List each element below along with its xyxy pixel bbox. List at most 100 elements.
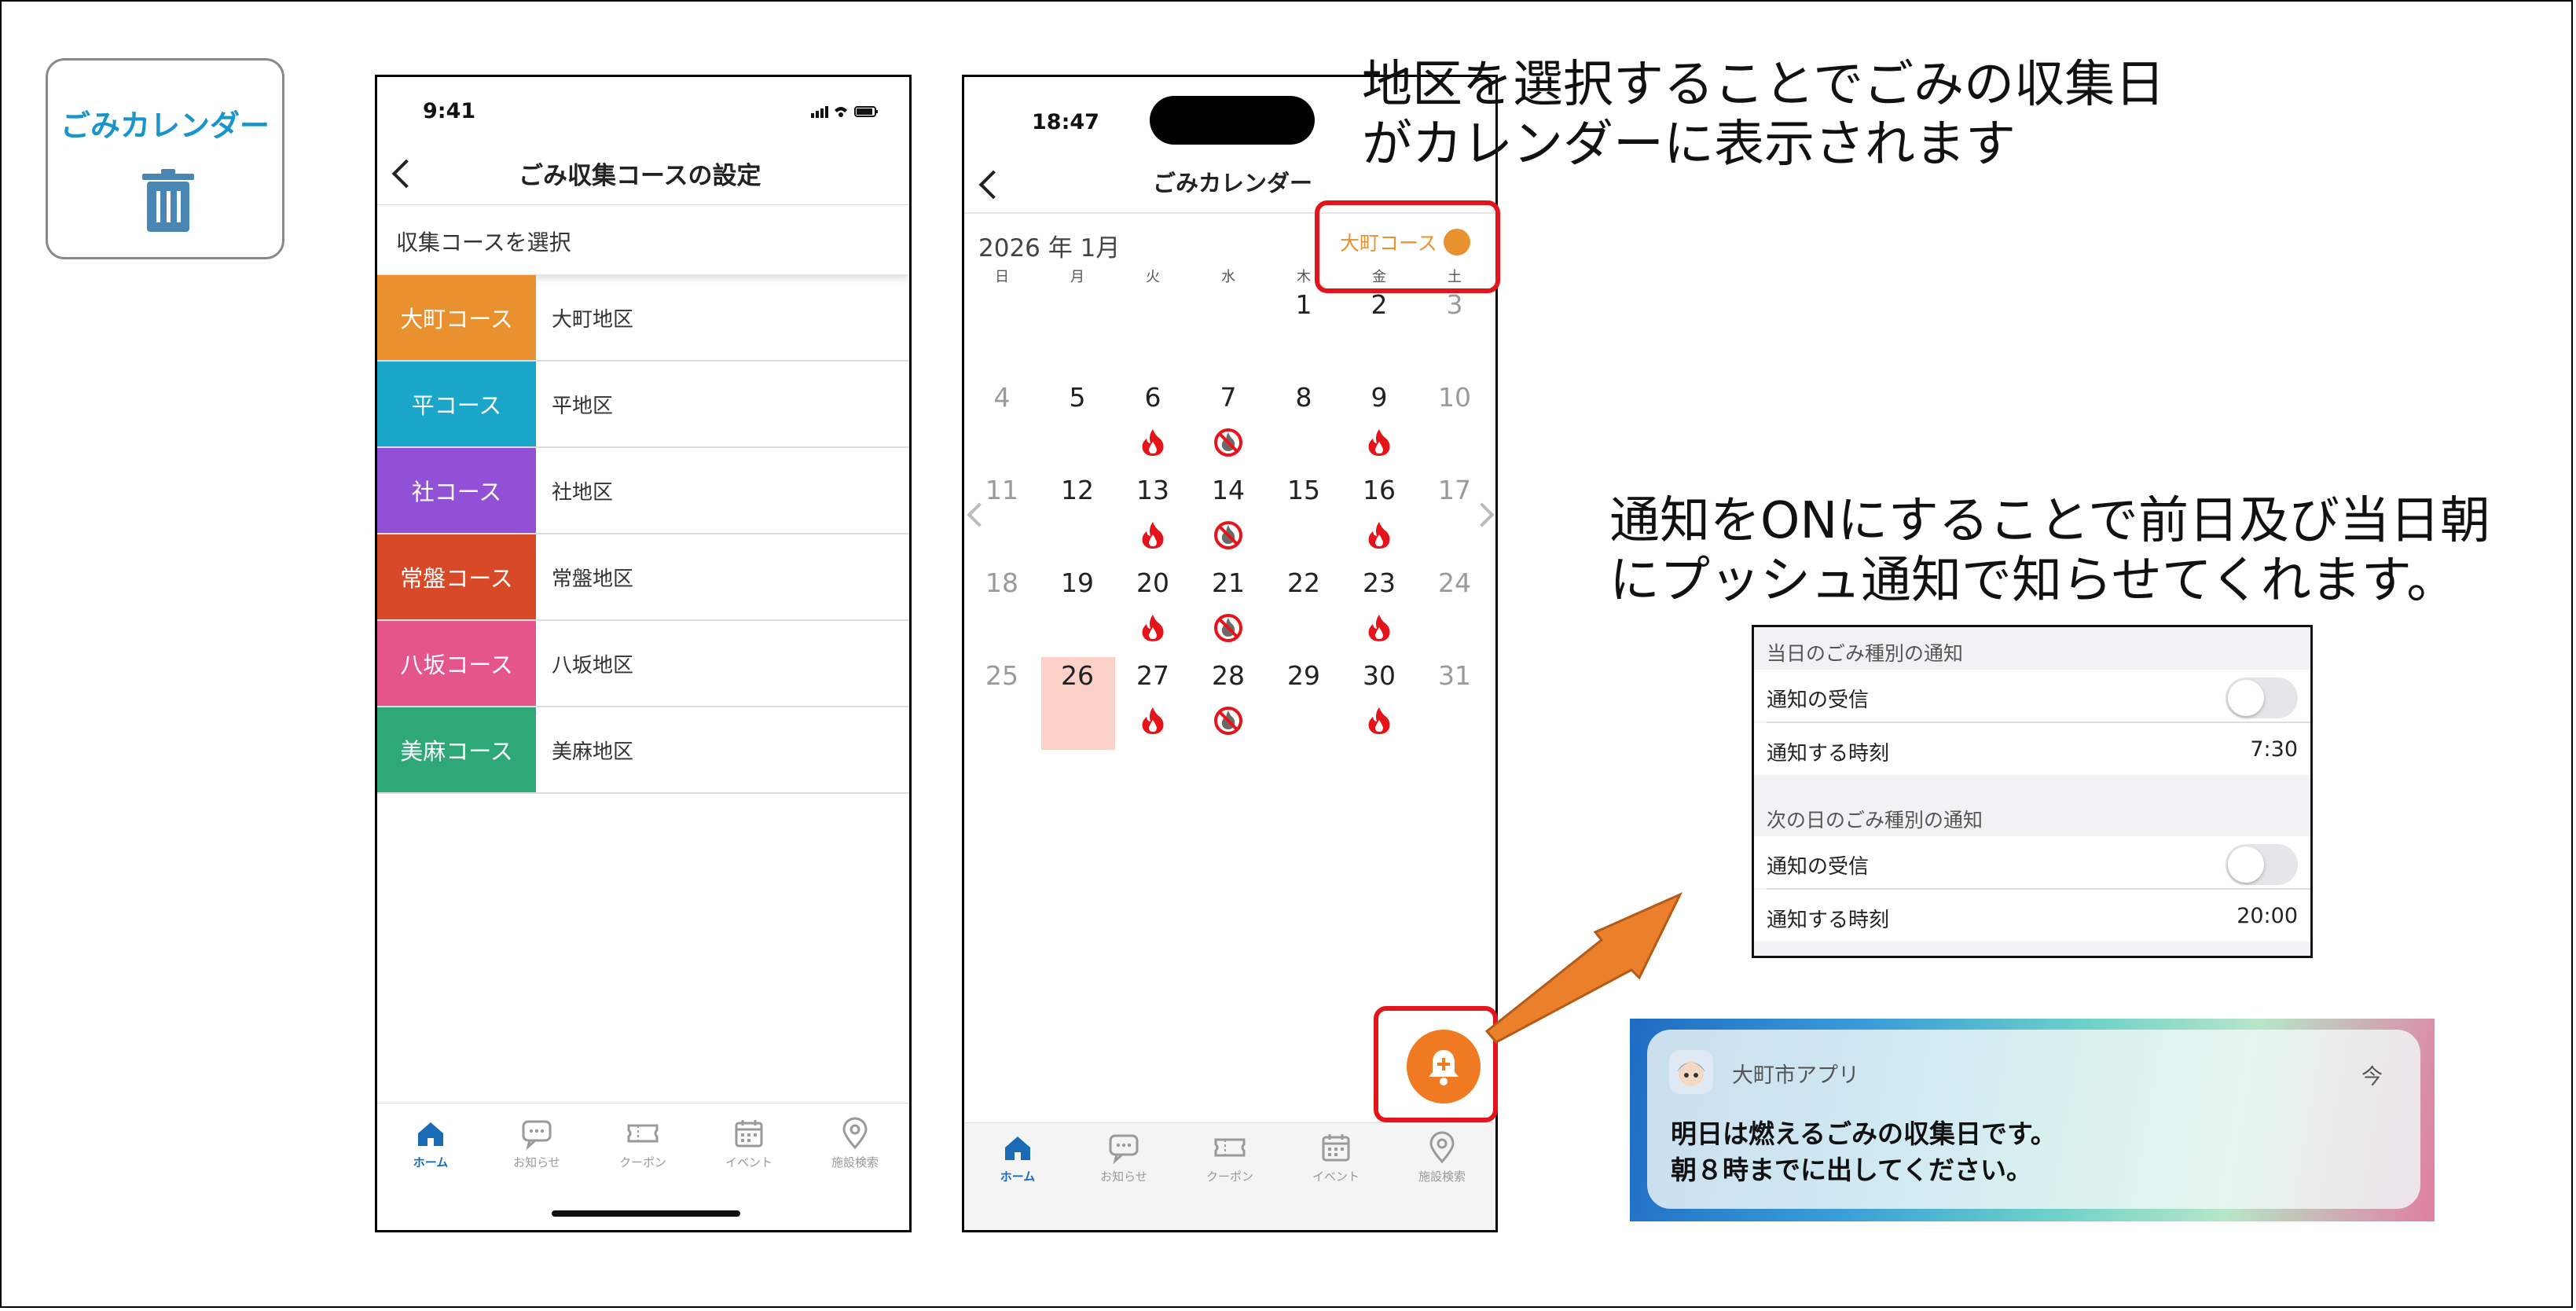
course-name: 美麻コース <box>377 707 536 792</box>
course-row[interactable]: 社コース 社地区 <box>377 448 909 534</box>
calendar-day[interactable]: 2 <box>1341 289 1417 320</box>
calendar-day[interactable]: 3 <box>1417 289 1492 320</box>
burnable-garbage-icon <box>1142 429 1164 456</box>
section2-receive-label: 通知の受信 <box>1767 855 1870 879</box>
course-row[interactable]: 大町コース 大町地区 <box>377 275 909 362</box>
course-row[interactable]: 美麻コース 美麻地区 <box>377 707 909 794</box>
calendar-day[interactable]: 16 <box>1341 475 1417 505</box>
status-icons <box>811 106 878 118</box>
section2-time-row[interactable]: 通知する時刻 20:00 <box>1754 890 2310 942</box>
app-card-gomi-calendar[interactable]: ごみカレンダー <box>46 58 284 259</box>
calendar-day[interactable]: 28 <box>1191 660 1266 691</box>
status-time: 9:41 <box>423 99 476 123</box>
course-area: 平地区 <box>552 395 614 418</box>
calendar-day[interactable]: 26 <box>1040 660 1115 691</box>
prev-month-arrow[interactable] <box>967 502 992 527</box>
tab-calendar[interactable]: イベント <box>710 1116 788 1170</box>
tab-label: クーポン <box>618 1155 666 1170</box>
calendar-day[interactable]: 23 <box>1341 567 1417 598</box>
tab-chat-bubble[interactable]: お知らせ <box>497 1116 576 1170</box>
calendar-day[interactable]: 7 <box>1191 382 1266 413</box>
home-icon <box>418 1122 443 1146</box>
ticket-icon <box>1214 1138 1246 1157</box>
calendar-day[interactable]: 18 <box>964 567 1040 598</box>
push-notification[interactable]: 大町市アプリ 今 明日は燃えるごみの収集日です。 朝８時までに出してください。 <box>1647 1030 2420 1209</box>
calendar-day[interactable]: 9 <box>1341 382 1417 413</box>
calendar-day[interactable]: 14 <box>1191 475 1266 505</box>
note-notification-line2: にプッシュ通知で知らせてくれます。 <box>1609 552 2457 610</box>
calendar-day[interactable]: 30 <box>1341 660 1417 691</box>
course-area: 八坂地区 <box>552 654 634 678</box>
calendar-day[interactable]: 11 <box>964 475 1040 505</box>
course-row[interactable]: 常盤コース 常盤地区 <box>377 534 909 621</box>
calendar-day[interactable]: 20 <box>1115 567 1191 598</box>
tab-home[interactable]: ホーム <box>391 1116 470 1170</box>
calendar-day[interactable]: 27 <box>1115 660 1191 691</box>
course-name: 大町コース <box>377 275 536 360</box>
tab-ticket[interactable]: クーポン <box>604 1116 682 1170</box>
tab-calendar[interactable]: イベント <box>1297 1130 1375 1184</box>
course-area: 常盤地区 <box>552 567 634 591</box>
note-calendar-line2: がカレンダーに表示されます <box>1362 116 2016 174</box>
course-area: 社地区 <box>552 481 614 505</box>
dynamic-island <box>1150 96 1315 145</box>
non-burnable-garbage-icon <box>1214 614 1242 642</box>
section-header-label: 収集コースを選択 <box>396 230 571 255</box>
map-pin-icon <box>842 1117 868 1150</box>
notification-settings-panel: 当日のごみ種別の通知 通知の受信 通知する時刻 7:30 次の日のごみ種別の通知… <box>1752 625 2313 958</box>
tab-map-pin[interactable]: 施設検索 <box>816 1116 894 1170</box>
calendar-day[interactable]: 6 <box>1115 382 1191 413</box>
tab-label: お知らせ <box>1100 1170 1147 1184</box>
back-button[interactable] <box>978 170 1008 200</box>
calendar-day[interactable]: 13 <box>1115 475 1191 505</box>
status-time: 18:47 <box>1032 110 1099 134</box>
calendar-day[interactable]: 31 <box>1417 660 1492 691</box>
burnable-garbage-icon <box>1142 615 1164 641</box>
burnable-garbage-icon <box>1368 429 1390 456</box>
trash-can-icon <box>142 169 194 232</box>
phone-course-settings: 9:41 ごみ収集コースの設定 収集コースを選択 大町コース 大町地区 平コース 平地… <box>375 75 912 1232</box>
section2-header: 次の日のごみ種別の通知 <box>1767 809 1983 832</box>
calendar-day[interactable]: 8 <box>1266 382 1341 413</box>
course-area: 大町地区 <box>552 308 634 332</box>
calendar-day[interactable]: 29 <box>1266 660 1341 691</box>
course-highlight-box <box>1315 200 1500 293</box>
course-row[interactable]: 八坂コース 八坂地区 <box>377 621 909 707</box>
calendar-day[interactable]: 22 <box>1266 567 1341 598</box>
calendar-day[interactable]: 17 <box>1417 475 1492 505</box>
section2-receive-toggle[interactable] <box>2226 844 2298 885</box>
calendar-day[interactable]: 21 <box>1191 567 1266 598</box>
course-name: 平コース <box>377 362 536 446</box>
section2-time-value: 20:00 <box>2237 904 2298 928</box>
tab-chat-bubble[interactable]: お知らせ <box>1084 1130 1163 1184</box>
tab-home[interactable]: ホーム <box>978 1130 1057 1184</box>
weekday-label: 火 <box>1146 269 1160 285</box>
calendar-day[interactable]: 4 <box>964 382 1040 413</box>
tab-label: イベント <box>725 1155 772 1170</box>
tab-map-pin[interactable]: 施設検索 <box>1403 1130 1481 1184</box>
calendar-day[interactable]: 12 <box>1040 475 1115 505</box>
non-burnable-garbage-icon <box>1214 428 1242 457</box>
calendar-day[interactable]: 25 <box>964 660 1040 691</box>
course-name: 八坂コース <box>377 621 536 706</box>
calendar-day[interactable]: 10 <box>1417 382 1492 413</box>
burnable-garbage-icon <box>1368 522 1390 549</box>
course-row[interactable]: 平コース 平地区 <box>377 362 909 448</box>
tab-label: 施設検索 <box>1418 1170 1466 1184</box>
section1-receive-toggle[interactable] <box>2226 678 2298 718</box>
chat-bubble-icon <box>522 1120 552 1151</box>
section1-time-row[interactable]: 通知する時刻 7:30 <box>1754 723 2310 775</box>
calendar-day[interactable]: 15 <box>1266 475 1341 505</box>
next-month-arrow[interactable] <box>1470 502 1495 527</box>
calendar-day[interactable]: 1 <box>1266 289 1341 320</box>
note-notification-line1: 通知をONにすることで前日及び当日朝 <box>1609 492 2490 550</box>
calendar-day[interactable]: 24 <box>1417 567 1492 598</box>
calendar-day[interactable]: 5 <box>1040 382 1115 413</box>
calendar-day[interactable]: 19 <box>1040 567 1115 598</box>
note-calendar: 地区を選択することでごみの収集日 がカレンダーに表示されます <box>1362 55 2165 174</box>
tab-ticket[interactable]: クーポン <box>1191 1130 1269 1184</box>
tab-label: ホーム <box>1000 1170 1036 1184</box>
section2-receive-row: 通知の受信 <box>1754 836 2310 888</box>
back-button[interactable] <box>391 159 421 189</box>
section2-time-label: 通知する時刻 <box>1767 909 1890 932</box>
